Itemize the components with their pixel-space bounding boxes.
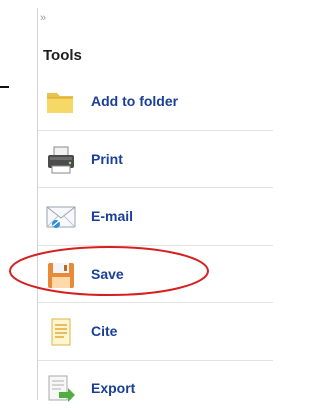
document-icon bbox=[45, 316, 77, 348]
tool-label: Export bbox=[91, 380, 136, 396]
divider bbox=[38, 187, 273, 188]
tool-add-to-folder[interactable]: Add to folder bbox=[38, 82, 273, 128]
tool-print[interactable]: Print bbox=[38, 140, 273, 186]
divider bbox=[38, 360, 273, 361]
tool-label: Add to folder bbox=[91, 93, 179, 109]
tool-email[interactable]: E-mail bbox=[38, 197, 273, 243]
panel-title: Tools bbox=[43, 47, 82, 64]
export-icon bbox=[45, 373, 77, 405]
left-dash-mark bbox=[0, 86, 9, 88]
tool-cite[interactable]: Cite bbox=[38, 312, 273, 358]
folder-icon bbox=[45, 86, 77, 118]
tool-export[interactable]: Export bbox=[38, 369, 273, 415]
divider bbox=[38, 302, 273, 303]
envelope-icon bbox=[45, 201, 77, 233]
divider bbox=[38, 130, 273, 131]
tool-label: Cite bbox=[91, 323, 118, 339]
tools-panel: » Tools Add to folder Print E-mail Save … bbox=[37, 8, 273, 402]
collapse-toggle[interactable]: » bbox=[40, 11, 46, 25]
tool-label: Save bbox=[91, 266, 124, 282]
divider bbox=[38, 245, 273, 246]
tool-label: E-mail bbox=[91, 208, 134, 224]
tool-save[interactable]: Save bbox=[38, 255, 273, 301]
save-icon bbox=[45, 259, 77, 291]
printer-icon bbox=[45, 144, 77, 176]
tool-label: Print bbox=[91, 151, 123, 167]
